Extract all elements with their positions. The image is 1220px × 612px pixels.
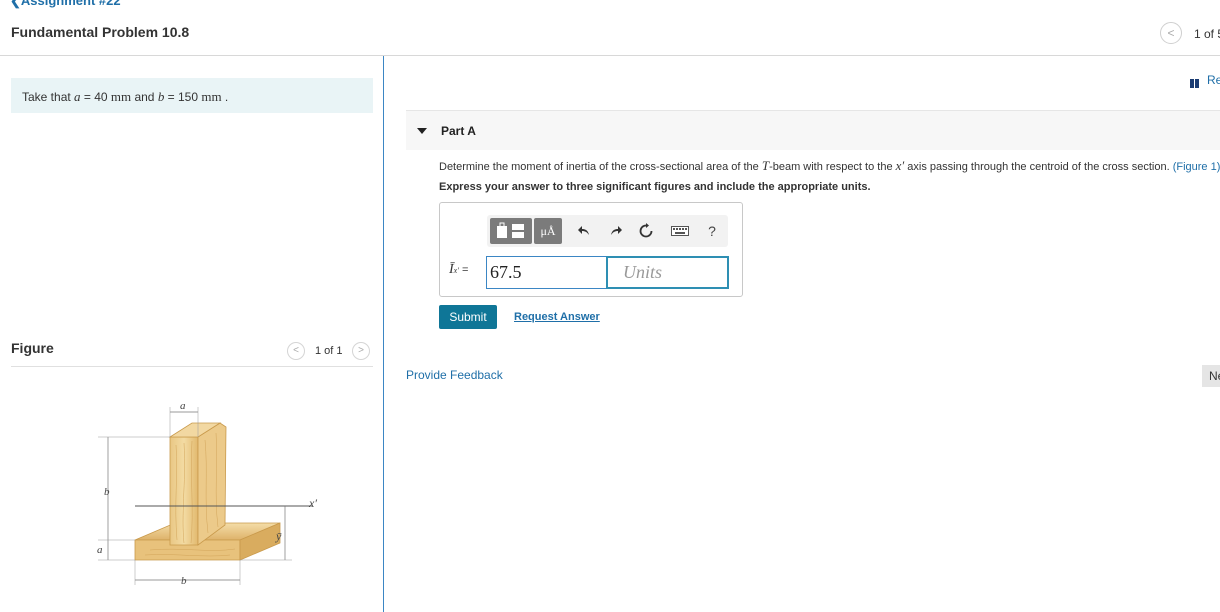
- answer-instruction: Express your answer to three significant…: [439, 181, 871, 193]
- units-icon[interactable]: μÅ: [534, 218, 562, 244]
- panel-divider: [383, 56, 384, 612]
- figure-divider: [11, 366, 373, 367]
- question-t-variable: T: [761, 158, 770, 173]
- question-pre: Determine the moment of inertia of the c…: [439, 161, 762, 173]
- templates-icon[interactable]: [490, 218, 532, 244]
- problem-pager-text: 1 of 5: [1194, 27, 1220, 41]
- answer-label-eq: =: [458, 264, 469, 276]
- answer-value-input[interactable]: 67.5: [486, 256, 607, 289]
- part-a-header[interactable]: Part A: [406, 110, 1220, 150]
- answer-box: μÅ ? Īx′ = 67.5 Units: [439, 202, 743, 297]
- given-values-box: Take that a = 40 mm and b = 150 mm .: [11, 78, 373, 113]
- question-mid: -beam with respect to the: [769, 161, 896, 173]
- review-link[interactable]: Review: [1207, 73, 1220, 87]
- answer-label: Īx′ =: [449, 262, 468, 278]
- given-a-equals: = 40: [80, 90, 111, 104]
- question-x-variable: x′: [895, 158, 905, 173]
- figure-label-a-top: a: [180, 400, 186, 412]
- figure-label-y-bar: ȳ: [275, 529, 282, 543]
- figure-count: 1 of 1: [315, 345, 343, 357]
- reset-icon[interactable]: [635, 218, 657, 244]
- redo-icon[interactable]: [605, 218, 627, 244]
- previous-problem-button[interactable]: <: [1160, 22, 1182, 44]
- figure-previous-button[interactable]: <: [287, 342, 305, 360]
- t-beam-figure[interactable]: a b a b x′ ȳ: [80, 395, 340, 595]
- math-toolbar: μÅ ?: [487, 215, 728, 247]
- collapse-caret-icon[interactable]: [417, 128, 427, 134]
- given-a-unit: mm: [110, 89, 132, 104]
- submit-button[interactable]: Submit: [439, 305, 497, 329]
- figure-label-b-left: b: [104, 486, 110, 498]
- figure-next-button[interactable]: >: [352, 342, 370, 360]
- question-post: axis passing through the centroid of the…: [904, 161, 1173, 173]
- help-icon[interactable]: ?: [701, 218, 723, 244]
- figure-label-x-prime: x′: [308, 496, 317, 510]
- figure-label-b-bottom: b: [181, 575, 187, 587]
- back-to-assignment-link[interactable]: ❮Assignment #22: [10, 0, 121, 9]
- request-answer-link[interactable]: Request Answer: [514, 311, 600, 323]
- header-divider: [0, 55, 1220, 56]
- part-label: Part A: [441, 124, 476, 138]
- keyboard-icon[interactable]: [667, 218, 693, 244]
- figure-link[interactable]: (Figure 1): [1173, 161, 1220, 173]
- figure-label-a-left: a: [97, 544, 103, 556]
- given-and: and: [131, 90, 158, 104]
- given-b-unit: mm: [201, 89, 222, 104]
- given-suffix: .: [221, 90, 229, 104]
- answer-units-input[interactable]: Units: [606, 256, 729, 289]
- provide-feedback-link[interactable]: Provide Feedback: [406, 368, 503, 382]
- figure-title: Figure: [11, 340, 54, 356]
- problem-title: Fundamental Problem 10.8: [11, 24, 190, 40]
- next-button[interactable]: Next: [1202, 365, 1220, 387]
- undo-icon[interactable]: [573, 218, 595, 244]
- web-side-face: [197, 422, 227, 546]
- given-prefix: Take that: [22, 90, 75, 104]
- given-b-equals: = 150: [164, 90, 202, 104]
- review-icon[interactable]: [1190, 75, 1200, 88]
- question-text: Determine the moment of inertia of the c…: [439, 158, 1220, 174]
